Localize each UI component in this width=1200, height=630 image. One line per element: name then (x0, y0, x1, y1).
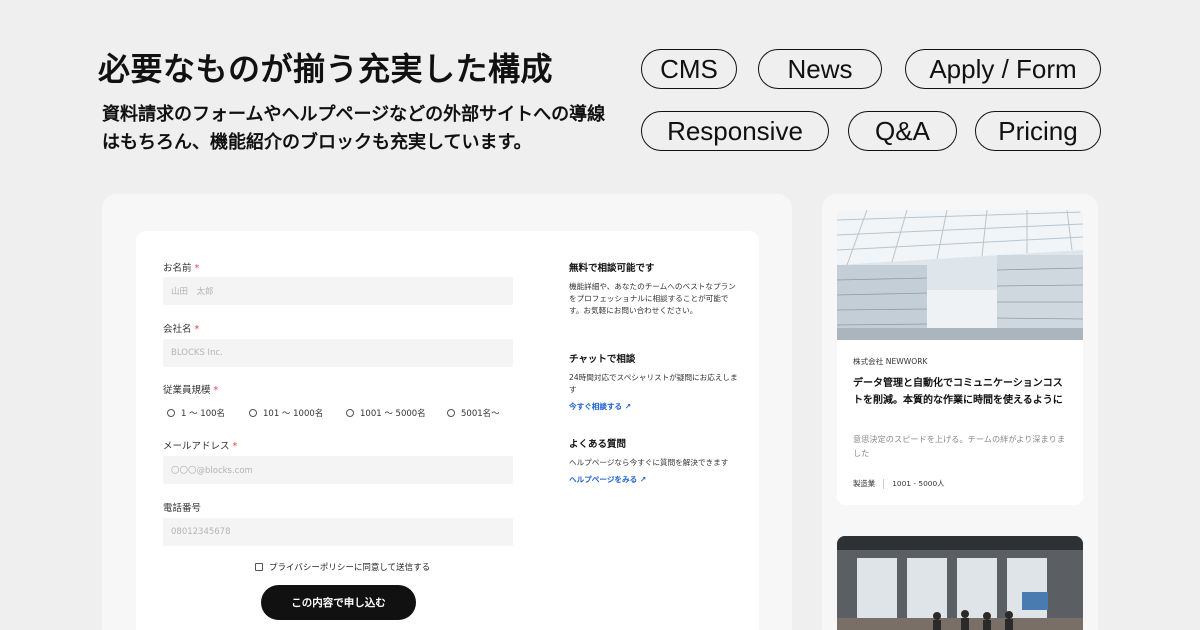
radio-circle-icon[interactable] (346, 409, 354, 417)
company-input[interactable]: BLOCKS Inc. (163, 339, 513, 367)
info-faq: よくある質問 ヘルプページなら今すぐに質問を解決できます ヘルプページをみる ↗ (569, 436, 739, 485)
radio-size-4[interactable]: 5001名〜 (447, 407, 500, 419)
phone-label: 電話番号 (163, 503, 202, 514)
phone-placeholder: 08012345678 (171, 527, 231, 537)
company-label: 会社名 * (163, 324, 200, 335)
form-panel: お名前 * 山田 太郎 会社名 * BLOCKS Inc. 従業員規模 * 1 〜 1… (102, 194, 792, 630)
company-placeholder: BLOCKS Inc. (171, 348, 223, 358)
radio-size-3[interactable]: 1001 〜 5000名 (346, 407, 447, 419)
case-study-card[interactable]: 株式会社 NEWWORK データ管理と自動化でコミュニケーションコストを削減。本… (837, 210, 1083, 505)
name-input[interactable]: 山田 太郎 (163, 277, 513, 305)
employee-size-radio-group: 1 〜 100名 101 〜 1000名 1001 〜 5000名 5001名〜 (167, 407, 500, 419)
case-industry: 製造業 (853, 479, 876, 488)
tag-news[interactable]: News (758, 49, 882, 89)
meeting-room-image (837, 536, 1083, 630)
name-label: お名前 * (163, 263, 200, 274)
radio-circle-icon[interactable] (447, 409, 455, 417)
info-title: チャットで相談 (569, 354, 636, 365)
radio-circle-icon[interactable] (249, 409, 257, 417)
info-text: 機能詳細や、あなたのチームへのベストなプランをプロフェッショナルに相談することが… (569, 282, 736, 315)
contact-form: お名前 * 山田 太郎 会社名 * BLOCKS Inc. 従業員規模 * 1 〜 1… (136, 231, 759, 630)
privacy-checkbox[interactable] (255, 563, 263, 571)
email-input[interactable]: 〇〇〇@blocks.com (163, 456, 513, 484)
info-text: 24時間対応でスペシャリストが疑問にお応えします (569, 373, 738, 394)
building-image (837, 210, 1083, 340)
info-chat: チャットで相談 24時間対応でスペシャリストが疑問にお応えします 今すぐ相談する… (569, 351, 739, 412)
case-description: 意思決定のスピードを上げる。チームの絆がより深まりました (853, 434, 1066, 458)
meta-divider (883, 478, 885, 489)
privacy-consent[interactable]: プライバシーポリシーに同意して送信する (255, 561, 430, 573)
tag-apply-form[interactable]: Apply / Form (905, 49, 1101, 89)
chat-link[interactable]: 今すぐ相談する ↗ (569, 401, 739, 412)
radio-circle-icon[interactable] (167, 409, 175, 417)
case-size: 1001 - 5000人 (892, 479, 945, 488)
tag-qa[interactable]: Q&A (848, 111, 957, 151)
employee-size-label: 従業員規模 * (163, 385, 219, 396)
case-study-card[interactable] (837, 536, 1083, 630)
radio-size-2[interactable]: 101 〜 1000名 (249, 407, 346, 419)
privacy-label: プライバシーポリシーに同意して送信する (269, 563, 431, 573)
info-title: 無料で相談可能です (569, 263, 655, 274)
page-description: 資料請求のフォームやヘルプページなどの外部サイトへの導線はもちろん、機能紹介のブ… (102, 104, 606, 153)
required-mark: * (213, 385, 219, 396)
required-mark: * (194, 263, 200, 274)
tag-cms[interactable]: CMS (641, 49, 737, 89)
case-meta: 製造業 1001 - 5000人 (853, 478, 945, 489)
case-company: 株式会社 NEWWORK (853, 357, 928, 366)
info-text: ヘルプページなら今すぐに質問を解決できます (569, 458, 729, 467)
required-mark: * (194, 324, 200, 335)
email-placeholder: 〇〇〇@blocks.com (171, 466, 253, 476)
page-title: 必要なものが揃う充実した構成 (98, 50, 554, 88)
phone-input[interactable]: 08012345678 (163, 518, 513, 546)
case-title: データ管理と自動化でコミュニケーションコストを削減。本質的な作業に時間を使えるよ… (853, 378, 1063, 406)
name-placeholder: 山田 太郎 (171, 287, 214, 297)
required-mark: * (232, 441, 238, 452)
tag-pricing[interactable]: Pricing (975, 111, 1101, 151)
tag-responsive[interactable]: Responsive (641, 111, 829, 151)
submit-button[interactable]: この内容で申し込む (261, 585, 416, 620)
info-title: よくある質問 (569, 439, 627, 450)
radio-size-1[interactable]: 1 〜 100名 (167, 407, 249, 419)
info-free-consultation: 無料で相談可能です 機能詳細や、あなたのチームへのベストなプランをプロフェッショ… (569, 260, 739, 317)
atrium-illustration (837, 210, 1083, 340)
email-label: メールアドレス * (163, 441, 238, 452)
case-study-panel: 株式会社 NEWWORK データ管理と自動化でコミュニケーションコストを削減。本… (822, 194, 1098, 630)
help-page-link[interactable]: ヘルプページをみる ↗ (569, 474, 739, 485)
